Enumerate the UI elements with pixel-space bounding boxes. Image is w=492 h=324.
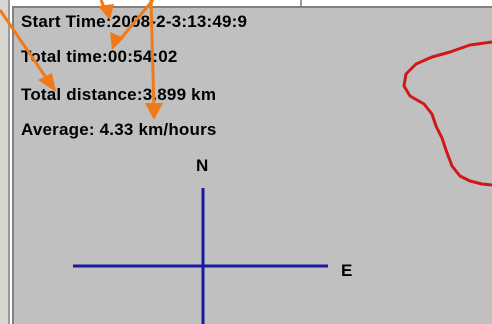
arrowhead-total-time <box>110 32 124 50</box>
arrow-to-total-time <box>116 0 155 43</box>
arrowhead-start-time <box>98 4 114 20</box>
arrow-to-average <box>149 0 156 111</box>
map-overlay <box>0 0 492 324</box>
arrow-to-total-distance <box>0 9 51 83</box>
gps-track-viewer: Start Time:2008-2-3:13:49:9 Total time:0… <box>0 0 492 324</box>
annotation-arrows <box>0 0 156 111</box>
compass-east-label: E <box>341 261 353 280</box>
gps-track-line <box>402 40 492 187</box>
arrowhead-total-distance <box>38 73 56 92</box>
compass-north-label: N <box>196 156 209 175</box>
arrowhead-average <box>145 103 163 120</box>
annotation-arrowheads <box>38 4 163 120</box>
